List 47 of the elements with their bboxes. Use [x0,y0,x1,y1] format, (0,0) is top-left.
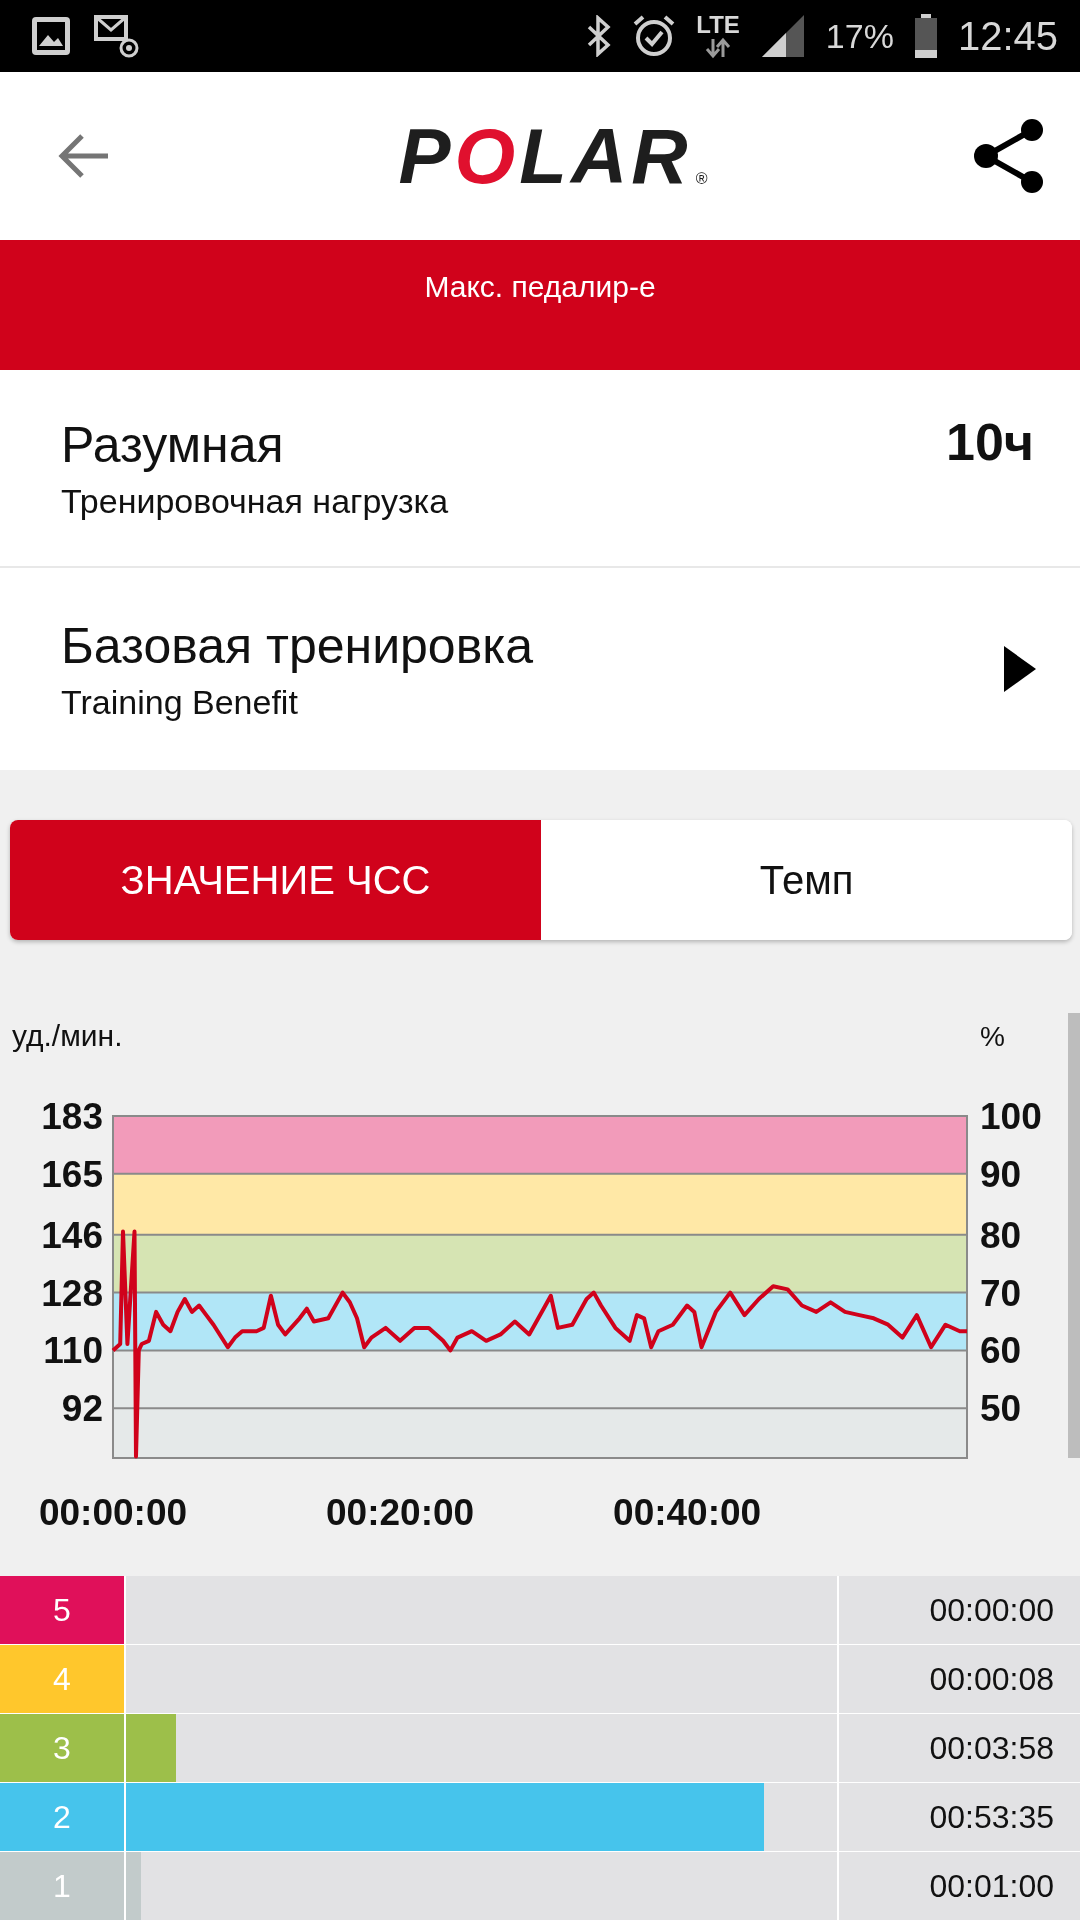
y-tick-label: 183 [41,1096,103,1137]
x-tick-label: 00:40:00 [613,1492,762,1533]
row-subtitle: Training Benefit [61,682,299,722]
y-tick-label: 146 [41,1214,103,1256]
mail-icon [92,13,140,59]
zone-time: 00:00:00 [839,1576,1080,1644]
back-arrow-icon[interactable] [58,133,110,179]
zone-label: 1 [0,1852,124,1920]
bluetooth-icon [586,15,613,57]
y-tick-label: 100 [980,1096,1042,1137]
y-tick-label: 90 [980,1153,1022,1195]
battery-percent: 17% [825,16,894,56]
data-arrows-icon [704,37,733,59]
x-tick-label: 00:20:00 [326,1492,475,1533]
row-title: Разумная [61,415,285,474]
zone-time: 00:00:08 [839,1645,1080,1713]
y-tick-label: 70 [980,1272,1022,1314]
y-tick-label: 128 [41,1272,103,1314]
clock-time: 12:45 [957,13,1058,59]
y-tick-label: 92 [61,1388,103,1430]
y-axis-label: уд./мин. [12,1019,123,1052]
picture-icon [30,15,72,57]
row-subtitle: Тренировочная нагрузка [61,481,450,521]
y-tick-label: 60 [980,1330,1022,1372]
zone-label: 2 [0,1783,124,1851]
zone-time: 00:03:58 [839,1714,1080,1782]
x-tick-label: 00:00:00 [38,1492,188,1533]
battery-icon [913,14,938,58]
zone-time: 00:01:00 [839,1852,1080,1920]
banner-label: Макс. педалир-е [424,270,656,305]
y-tick-label: 80 [980,1214,1022,1256]
play-arrow-icon[interactable] [1004,646,1036,692]
segment-tab[interactable]: Темп [541,820,1072,940]
y-axis-label: % [980,1021,1005,1052]
zone-label: 5 [0,1576,124,1644]
row-title: Базовая тренировка [61,616,535,675]
y-tick-label: 110 [43,1330,103,1372]
zone-label: 3 [0,1714,124,1782]
zone-time: 00:53:35 [839,1783,1080,1851]
y-tick-label: 50 [980,1388,1022,1430]
row-value: 10ч [945,412,1034,472]
segment-tab[interactable]: ЗНАЧЕНИЕ ЧСС [10,820,541,940]
y-tick-label: 165 [41,1153,103,1195]
scrollbar[interactable] [1068,1013,1080,1458]
alarm-icon [632,14,677,58]
network-type: LTE [696,13,740,37]
zone-label: 4 [0,1645,124,1713]
